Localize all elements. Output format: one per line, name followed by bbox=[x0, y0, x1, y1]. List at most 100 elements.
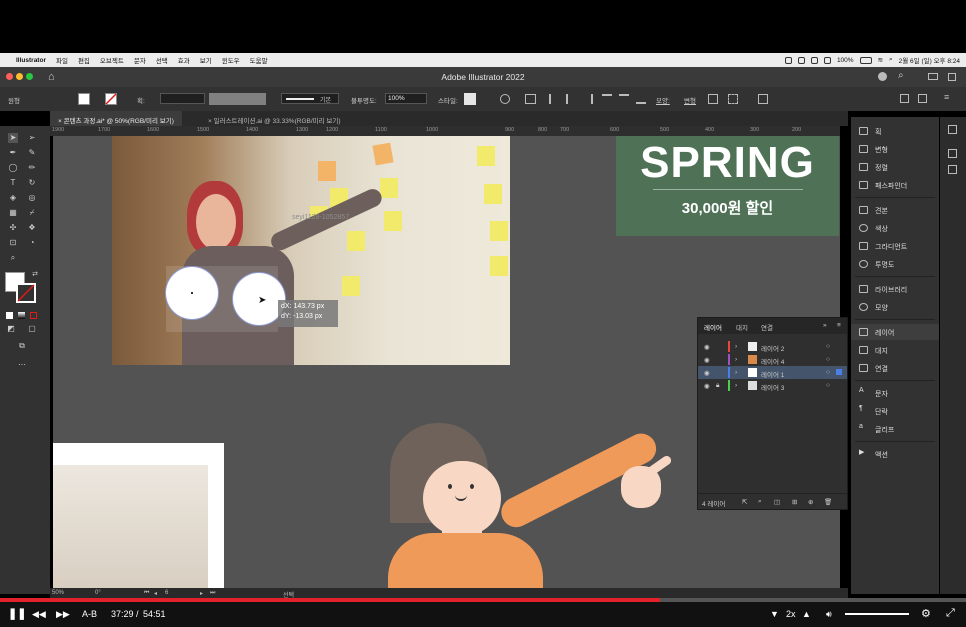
panel-grid-icon[interactable] bbox=[900, 94, 909, 103]
search-icon[interactable]: ⌕ bbox=[898, 70, 904, 81]
rewind-icon[interactable]: ◀◀ bbox=[32, 609, 46, 620]
menu-effect[interactable]: 효과 bbox=[178, 55, 190, 65]
fullscreen-icon[interactable]: ⤢ bbox=[946, 607, 955, 620]
opacity-input[interactable]: 100% bbox=[385, 93, 427, 104]
panel-transform[interactable]: 변형 bbox=[851, 141, 939, 157]
search-icon[interactable]: ⌕ bbox=[889, 56, 893, 64]
layer-name[interactable]: 레이어 1 bbox=[761, 369, 784, 379]
panel-collapse-icon[interactable]: » bbox=[823, 322, 827, 329]
tab-document-1[interactable]: × 콘텐츠 과정.ai* @ 50%(RGB/미리 보기) bbox=[50, 111, 182, 126]
horizontal-ruler[interactable]: 1900 1700 1600 1500 1400 1300 1200 1100 … bbox=[50, 126, 840, 136]
tray-icon[interactable] bbox=[810, 56, 818, 64]
tab-layers[interactable]: 레이어 bbox=[704, 322, 722, 332]
pencil-tool-icon[interactable]: ✏ bbox=[27, 163, 37, 173]
panel-align[interactable]: 정렬 bbox=[851, 159, 939, 175]
panel-color[interactable]: 색상 bbox=[851, 220, 939, 236]
locate-object-icon[interactable]: ⌕ bbox=[758, 498, 762, 506]
menu-file[interactable]: 파일 bbox=[56, 55, 68, 65]
expand-chevron-icon[interactable]: › bbox=[735, 382, 737, 389]
delete-layer-icon[interactable]: 🗑︎ bbox=[824, 498, 832, 506]
volume-slider[interactable] bbox=[845, 613, 909, 615]
shape-link[interactable]: 모양: bbox=[656, 95, 670, 105]
stroke-color-swatch[interactable] bbox=[16, 283, 36, 303]
variable-width-profile[interactable] bbox=[209, 93, 266, 105]
zoom-tool-icon[interactable]: ⌕ bbox=[8, 253, 18, 263]
target-circle-icon[interactable]: ○ bbox=[826, 356, 830, 363]
menu-window[interactable]: 윈도우 bbox=[222, 55, 240, 65]
transform-icon[interactable] bbox=[708, 94, 718, 104]
menu-icon[interactable]: ≡ bbox=[944, 92, 949, 102]
arrange-icon[interactable] bbox=[928, 73, 938, 80]
expand-chevron-icon[interactable]: › bbox=[735, 356, 737, 363]
puppet-warp-tool-icon[interactable]: ✣ bbox=[8, 223, 18, 233]
align-top-icon[interactable] bbox=[602, 94, 612, 104]
pause-icon[interactable]: ❚❚ bbox=[8, 607, 26, 620]
panel-artboards[interactable]: 대지 bbox=[851, 342, 939, 358]
first-artboard-icon[interactable]: ⏮ bbox=[144, 590, 149, 597]
align-middle-icon[interactable] bbox=[619, 94, 629, 104]
tab-links[interactable]: 연결 bbox=[761, 322, 773, 332]
target-circle-icon[interactable]: ○ bbox=[826, 369, 830, 376]
target-circle-icon[interactable]: ○ bbox=[826, 343, 830, 350]
playback-speed[interactable]: 2x bbox=[786, 609, 796, 619]
panel-libraries[interactable]: 라이브러리 bbox=[851, 281, 939, 297]
zoom-level[interactable]: 50% bbox=[52, 590, 64, 596]
tab-document-2[interactable]: × 일러스트레이션.ai @ 33.33%(RGB/미리 보기) bbox=[200, 111, 349, 126]
pen-tool-icon[interactable]: ✒ bbox=[8, 148, 18, 158]
last-artboard-icon[interactable]: ⏭ bbox=[210, 590, 215, 597]
ellipse-tool-icon[interactable]: ◯ bbox=[8, 163, 18, 173]
none-mode-icon[interactable] bbox=[30, 312, 37, 319]
direct-selection-tool-icon[interactable]: ➢ bbox=[27, 133, 37, 143]
export-icon[interactable]: ⇱ bbox=[742, 498, 747, 506]
blend-tool-icon[interactable]: ❖ bbox=[27, 223, 37, 233]
tray-icon[interactable] bbox=[797, 56, 805, 64]
panel-swatches[interactable]: 견본 bbox=[851, 202, 939, 218]
align-to-icon[interactable] bbox=[525, 94, 536, 104]
transform-link[interactable]: 변형 bbox=[684, 95, 696, 105]
layer-name[interactable]: 레이어 2 bbox=[761, 343, 784, 353]
menu-object[interactable]: 오브젝트 bbox=[100, 55, 124, 65]
menu-edit[interactable]: 편집 bbox=[78, 55, 90, 65]
ab-repeat-button[interactable]: A-B bbox=[82, 609, 97, 619]
selection-indicator[interactable] bbox=[836, 369, 842, 375]
rotate-tool-icon[interactable]: ↻ bbox=[27, 178, 37, 188]
artboard-2[interactable] bbox=[53, 443, 224, 588]
circle-shape[interactable] bbox=[166, 267, 218, 319]
tray-icon[interactable] bbox=[823, 56, 831, 64]
properties-icon[interactable] bbox=[948, 125, 957, 134]
menu-app[interactable]: Illustrator bbox=[16, 57, 46, 64]
fast-forward-icon[interactable]: ▶▶ bbox=[56, 609, 70, 620]
eraser-tool-icon[interactable]: ◈ bbox=[8, 193, 18, 203]
menu-select[interactable]: 선택 bbox=[156, 55, 168, 65]
expand-chevron-icon[interactable]: › bbox=[735, 369, 737, 376]
spring-banner[interactable]: SPRING 30,000원 할인 bbox=[616, 136, 839, 236]
layer-row[interactable]: ◉ › 레이어 4 ○ bbox=[698, 353, 847, 366]
panel-menu-icon[interactable]: ≡ bbox=[837, 322, 841, 329]
layer-row-selected[interactable]: ◉ › 레이어 1 ○ bbox=[698, 366, 847, 379]
battery-icon[interactable] bbox=[859, 56, 872, 64]
layer-name[interactable]: 레이어 4 bbox=[761, 356, 784, 366]
user-icon[interactable] bbox=[878, 72, 887, 81]
visibility-eye-icon[interactable]: ◉ bbox=[704, 369, 710, 377]
draw-mode-icon[interactable]: ◩ bbox=[6, 324, 16, 334]
chart-tool-icon[interactable]: ◔ bbox=[27, 238, 37, 248]
symbols-icon[interactable] bbox=[948, 165, 957, 174]
panel-links[interactable]: 연결 bbox=[851, 360, 939, 376]
color-mode-icon[interactable] bbox=[6, 312, 13, 319]
layer-name[interactable]: 레이어 3 bbox=[761, 382, 784, 392]
align-right-icon[interactable] bbox=[583, 94, 593, 104]
brush-definition[interactable]: 기본 bbox=[281, 93, 339, 104]
panel-options-icon[interactable] bbox=[918, 94, 927, 103]
wifi-icon[interactable]: ≋ bbox=[878, 56, 883, 64]
layer-row[interactable]: ◉ 🔒︎ › 레이어 3 ○ bbox=[698, 379, 847, 392]
panel-appearance[interactable]: 모양 bbox=[851, 299, 939, 315]
more-tools-icon[interactable]: ⋯ bbox=[17, 360, 27, 370]
eyedropper-tool-icon[interactable]: ⌿ bbox=[27, 208, 37, 218]
shape-builder-tool-icon[interactable]: ◎ bbox=[27, 193, 37, 203]
speed-down-icon[interactable]: ▼ bbox=[770, 609, 779, 619]
layer-row[interactable]: ◉ › 레이어 2 ○ bbox=[698, 340, 847, 353]
gradient-mode-icon[interactable] bbox=[18, 312, 25, 319]
panel-glyphs[interactable]: a 글리프 bbox=[851, 421, 939, 437]
target-circle-icon[interactable]: ○ bbox=[826, 382, 830, 389]
rotation-angle[interactable]: 0° bbox=[95, 590, 101, 596]
